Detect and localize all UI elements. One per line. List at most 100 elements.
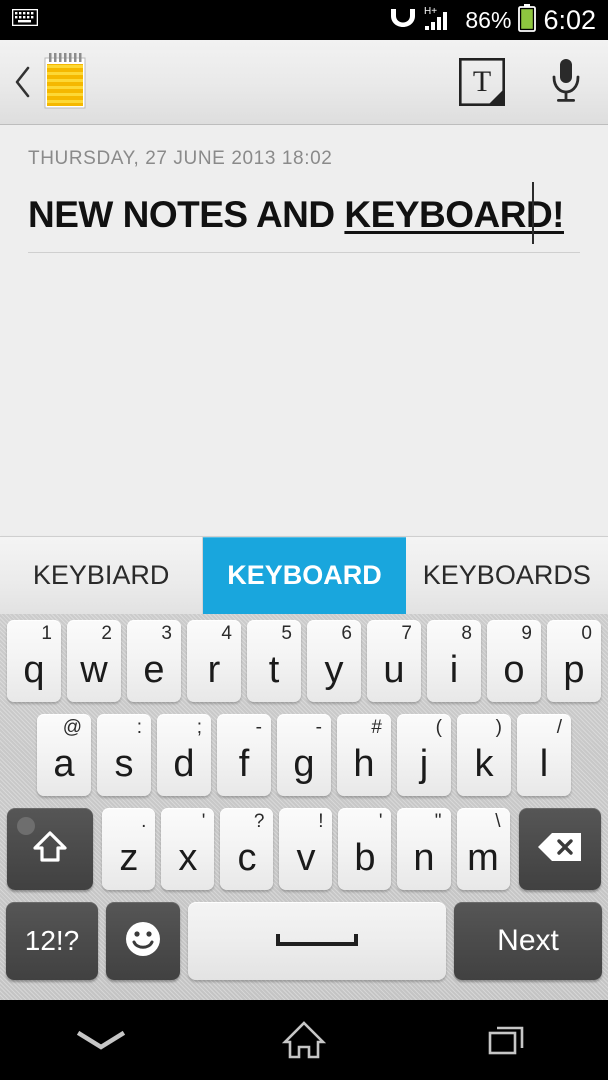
key-n-alt: " bbox=[434, 811, 442, 832]
recent-apps-button[interactable] bbox=[405, 1000, 608, 1080]
network-type-label: H+ bbox=[424, 6, 437, 17]
key-j[interactable]: (j bbox=[397, 714, 451, 796]
key-b-alt: ' bbox=[378, 811, 383, 832]
enter-next-key[interactable]: Next bbox=[454, 902, 602, 980]
space-key[interactable] bbox=[188, 902, 446, 980]
suggestion-item-0[interactable]: KEYBIARD bbox=[0, 537, 204, 614]
key-a[interactable]: @ a bbox=[37, 714, 91, 796]
key-j-label: j bbox=[419, 743, 429, 785]
key-n-label: n bbox=[413, 837, 435, 879]
on-screen-keyboard: 1q 2w 3e 4r 5t 6y 7u 8i 9o 0p @ a :s ; d -… bbox=[0, 614, 608, 1000]
battery-percent-label: 86% bbox=[465, 6, 512, 33]
key-c-label: c bbox=[237, 837, 257, 879]
note-title[interactable]: NEW NOTES AND KEYBOARD! bbox=[28, 194, 580, 236]
suggestion-item-1[interactable]: KEYBOARD bbox=[203, 537, 406, 614]
notepad-icon[interactable] bbox=[44, 51, 86, 114]
key-s-label: s bbox=[114, 743, 134, 785]
key-y[interactable]: 6y bbox=[307, 620, 361, 702]
key-c-alt: ? bbox=[253, 811, 265, 832]
signal-icon: H+ bbox=[424, 5, 458, 36]
key-y-label: y bbox=[324, 649, 344, 691]
key-w[interactable]: 2w bbox=[67, 620, 121, 702]
key-v-label: v bbox=[296, 837, 316, 879]
key-e[interactable]: 3e bbox=[127, 620, 181, 702]
backspace-key[interactable] bbox=[518, 808, 601, 890]
key-c[interactable]: ? c bbox=[220, 808, 274, 890]
shift-indicator-dot bbox=[17, 817, 35, 835]
text-format-letter: T bbox=[473, 65, 491, 98]
status-bar-left-icons bbox=[11, 8, 39, 31]
key-p[interactable]: 0p bbox=[547, 620, 601, 702]
back-button[interactable] bbox=[6, 65, 40, 99]
key-o-alt: 9 bbox=[521, 623, 532, 644]
shift-key[interactable] bbox=[7, 808, 94, 890]
key-u[interactable]: 7u bbox=[367, 620, 421, 702]
note-title-row: NEW NOTES AND KEYBOARD! bbox=[28, 182, 580, 244]
key-n[interactable]: " n bbox=[397, 808, 451, 890]
symbols-key[interactable]: 12!? bbox=[6, 902, 98, 980]
key-b-label: b bbox=[354, 837, 376, 879]
status-bar: H+ 86% 6:02 bbox=[0, 0, 608, 40]
key-i[interactable]: 8i bbox=[427, 620, 481, 702]
key-k-alt: ) bbox=[495, 717, 502, 738]
key-f-alt: - bbox=[255, 717, 262, 738]
key-o[interactable]: 9o bbox=[487, 620, 541, 702]
key-a-label: a bbox=[53, 743, 75, 785]
key-p-label: p bbox=[563, 649, 585, 691]
key-u-label: u bbox=[383, 649, 405, 691]
key-r-label: r bbox=[207, 649, 221, 691]
clock-label: 6:02 bbox=[543, 4, 596, 35]
key-m-alt: \ bbox=[495, 811, 501, 832]
key-m-label: m bbox=[467, 837, 499, 879]
key-h[interactable]: # h bbox=[337, 714, 391, 796]
text-format-button[interactable]: T bbox=[440, 40, 524, 125]
key-i-label: i bbox=[449, 649, 459, 691]
system-navigation-bar bbox=[0, 1000, 608, 1080]
key-g-alt: - bbox=[315, 717, 322, 738]
key-h-alt: # bbox=[371, 717, 382, 738]
key-l[interactable]: / l bbox=[517, 714, 571, 796]
key-v[interactable]: ! v bbox=[279, 808, 333, 890]
hide-keyboard-button[interactable] bbox=[0, 1000, 203, 1080]
key-d-alt: ; bbox=[196, 717, 202, 738]
text-caret bbox=[532, 182, 534, 244]
key-b[interactable]: ' b bbox=[338, 808, 392, 890]
key-l-alt: / bbox=[556, 717, 562, 738]
shift-arrow-icon bbox=[30, 827, 70, 872]
key-z[interactable]: .z bbox=[102, 808, 156, 890]
backspace-icon bbox=[536, 830, 584, 869]
space-bar-icon bbox=[275, 929, 359, 954]
key-q[interactable]: 1q bbox=[7, 620, 61, 702]
key-t-alt: 5 bbox=[281, 623, 292, 644]
key-s[interactable]: :s bbox=[97, 714, 151, 796]
key-v-alt: ! bbox=[318, 811, 324, 832]
key-r[interactable]: 4r bbox=[187, 620, 241, 702]
key-k-label: k bbox=[474, 743, 494, 785]
key-q-label: q bbox=[23, 649, 45, 691]
voice-input-button[interactable] bbox=[524, 40, 608, 125]
key-f[interactable]: -f bbox=[217, 714, 271, 796]
home-button[interactable] bbox=[203, 1000, 406, 1080]
key-k[interactable]: ) k bbox=[457, 714, 511, 796]
key-j-alt: ( bbox=[435, 717, 442, 738]
key-g[interactable]: -g bbox=[277, 714, 331, 796]
key-s-alt: : bbox=[136, 717, 142, 738]
battery-icon bbox=[518, 3, 537, 37]
note-editor[interactable]: THURSDAY, 27 JUNE 2013 18:02 NEW NOTES A… bbox=[0, 126, 608, 536]
key-t-label: t bbox=[268, 649, 280, 691]
key-d[interactable]: ; d bbox=[157, 714, 211, 796]
key-z-alt: . bbox=[141, 811, 147, 832]
keyboard-row-4: 12!? Next bbox=[0, 902, 608, 998]
suggestion-item-2[interactable]: KEYBOARDS bbox=[406, 537, 608, 614]
key-m[interactable]: \ m bbox=[456, 808, 510, 890]
app-toolbar: T bbox=[0, 40, 608, 125]
key-x-alt: ' bbox=[201, 811, 206, 832]
key-d-label: d bbox=[173, 743, 195, 785]
key-q-alt: 1 bbox=[41, 623, 52, 644]
phone-screen: H+ 86% 6:02 T THURSDAY, 27 JUNE 2013 18:… bbox=[0, 0, 608, 1080]
key-x[interactable]: ' x bbox=[161, 808, 215, 890]
key-e-label: e bbox=[143, 649, 165, 691]
key-t[interactable]: 5t bbox=[247, 620, 301, 702]
status-bar-right-icons: H+ 86% 6:02 bbox=[389, 3, 596, 37]
emoji-key[interactable] bbox=[106, 902, 180, 980]
